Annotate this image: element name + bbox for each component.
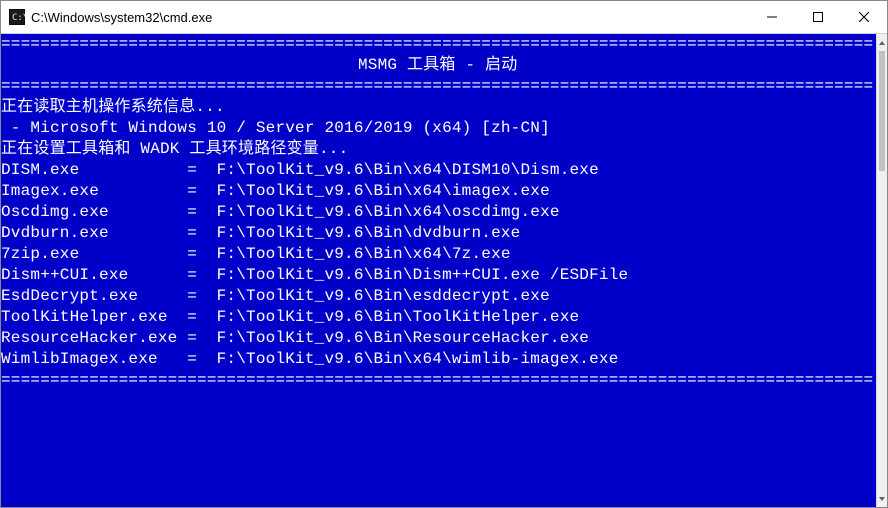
minimize-button[interactable] [749, 1, 795, 33]
terminal-output[interactable]: ========================================… [1, 34, 876, 507]
window-title: C:\Windows\system32\cmd.exe [31, 10, 212, 25]
client-area: ========================================… [1, 34, 887, 507]
status-reading-host: 正在读取主机操作系统信息... [1, 97, 874, 118]
app-window: C:\ C:\Windows\system32\cmd.exe ========… [0, 0, 888, 508]
tool-line: Dvdburn.exe = F:\ToolKit_v9.6\Bin\dvdbur… [1, 223, 874, 244]
tool-line: Oscdimg.exe = F:\ToolKit_v9.6\Bin\x64\os… [1, 202, 874, 223]
tool-line: WimlibImagex.exe = F:\ToolKit_v9.6\Bin\x… [1, 349, 874, 370]
cmd-icon: C:\ [9, 9, 25, 25]
maximize-icon [813, 12, 823, 22]
scroll-up-arrow-icon[interactable] [877, 34, 887, 51]
close-button[interactable] [841, 1, 887, 33]
vertical-scrollbar[interactable] [876, 34, 887, 507]
svg-text:C:\: C:\ [12, 13, 25, 23]
scroll-down-arrow-icon[interactable] [877, 490, 887, 507]
close-icon [859, 12, 869, 22]
tool-line: Imagex.exe = F:\ToolKit_v9.6\Bin\x64\ima… [1, 181, 874, 202]
maximize-button[interactable] [795, 1, 841, 33]
minimize-icon [767, 12, 777, 22]
tool-line: ResourceHacker.exe = F:\ToolKit_v9.6\Bin… [1, 328, 874, 349]
banner-title: MSMG 工具箱 - 启动 [1, 55, 874, 76]
title-bar[interactable]: C:\ C:\Windows\system32\cmd.exe [1, 1, 887, 34]
banner-rule-bottom: ========================================… [1, 76, 874, 97]
tool-line: EsdDecrypt.exe = F:\ToolKit_v9.6\Bin\esd… [1, 286, 874, 307]
scroll-thumb[interactable] [879, 51, 885, 171]
footer-rule: ========================================… [1, 370, 874, 391]
tool-line: DISM.exe = F:\ToolKit_v9.6\Bin\x64\DISM1… [1, 160, 874, 181]
scroll-track[interactable] [877, 51, 887, 490]
tool-line: ToolKitHelper.exe = F:\ToolKit_v9.6\Bin\… [1, 307, 874, 328]
banner-rule-top: ========================================… [1, 34, 874, 55]
tool-line: Dism++CUI.exe = F:\ToolKit_v9.6\Bin\Dism… [1, 265, 874, 286]
host-os-line: - Microsoft Windows 10 / Server 2016/201… [1, 118, 874, 139]
tool-line: 7zip.exe = F:\ToolKit_v9.6\Bin\x64\7z.ex… [1, 244, 874, 265]
status-setting-env: 正在设置工具箱和 WADK 工具环境路径变量... [1, 139, 874, 160]
